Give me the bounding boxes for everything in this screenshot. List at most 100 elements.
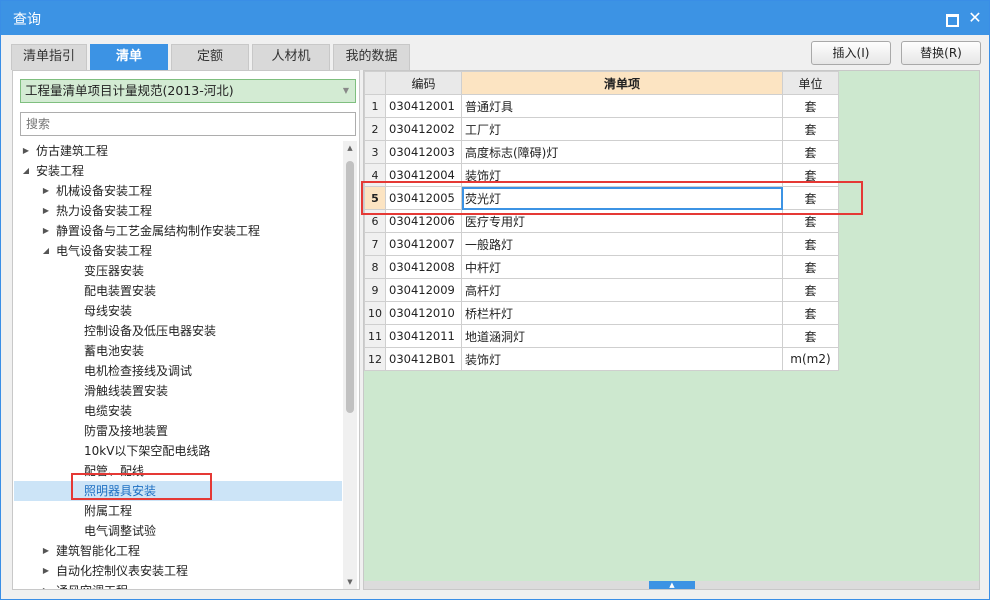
row-number[interactable]: 1 xyxy=(364,94,386,118)
tree-item[interactable]: ◢ 安装工程 xyxy=(14,161,342,181)
code-cell[interactable]: 030412011 xyxy=(385,324,462,348)
name-cell[interactable]: 装饰灯 xyxy=(461,347,783,371)
tree-item-label: 10kV以下架空配电线路 xyxy=(84,444,211,458)
unit-cell[interactable]: 套 xyxy=(782,255,839,279)
tree-item[interactable]: 配电装置安装 xyxy=(14,281,342,301)
collapse-arrow-icon[interactable]: ▶ xyxy=(20,141,32,161)
tree-item[interactable]: 防雷及接地装置 xyxy=(14,421,342,441)
tree-item[interactable]: 变压器安装 xyxy=(14,261,342,281)
collapse-arrow-icon[interactable]: ▶ xyxy=(40,541,52,561)
name-cell[interactable]: 高杆灯 xyxy=(461,278,783,302)
tab-list-guide[interactable]: 清单指引 xyxy=(11,44,87,70)
tree-item[interactable]: ▶ 热力设备安装工程 xyxy=(14,201,342,221)
tab-quota[interactable]: 定额 xyxy=(171,44,249,70)
tree-item[interactable]: 电机检查接线及调试 xyxy=(14,361,342,381)
code-cell[interactable]: 030412002 xyxy=(385,117,462,141)
row-number[interactable]: 7 xyxy=(364,232,386,256)
spec-select[interactable]: 工程量清单项目计量规范(2013-河北) ▼ xyxy=(20,79,356,103)
tree-item[interactable]: 附属工程 xyxy=(14,501,342,521)
tree-item[interactable]: ▶ 仿古建筑工程 xyxy=(14,141,342,161)
code-cell[interactable]: 030412010 xyxy=(385,301,462,325)
tree-item[interactable]: ▶ 建筑智能化工程 xyxy=(14,541,342,561)
grid-row[interactable]: 7 030412007 一般路灯套 xyxy=(364,232,839,256)
tab-labor-material-machine[interactable]: 人材机 xyxy=(252,44,330,70)
unit-cell[interactable]: 套 xyxy=(782,140,839,164)
tab-list[interactable]: 清单 xyxy=(90,44,168,70)
collapse-arrow-icon[interactable]: ▶ xyxy=(40,221,52,241)
scrollbar-thumb[interactable] xyxy=(346,161,354,413)
maximize-icon[interactable] xyxy=(943,10,959,27)
unit-cell[interactable]: m(m2) xyxy=(782,347,839,371)
row-number[interactable]: 8 xyxy=(364,255,386,279)
unit-cell[interactable]: 套 xyxy=(782,324,839,348)
row-number[interactable]: 9 xyxy=(364,278,386,302)
name-column-header[interactable]: 清单项 xyxy=(461,71,783,95)
code-cell[interactable]: 030412B01 xyxy=(385,347,462,371)
code-column-header[interactable]: 编码 xyxy=(385,71,462,95)
unit-cell[interactable]: 套 xyxy=(782,117,839,141)
row-number[interactable]: 10 xyxy=(364,301,386,325)
search-input[interactable] xyxy=(20,112,356,136)
close-icon[interactable]: ✕ xyxy=(967,10,983,26)
name-cell[interactable]: 地道涵洞灯 xyxy=(461,324,783,348)
grid-row[interactable]: 11 030412011 地道涵洞灯套 xyxy=(364,324,839,348)
tree-item[interactable]: 蓄电池安装 xyxy=(14,341,342,361)
grid-row[interactable]: 3 030412003 高度标志(障碍)灯套 xyxy=(364,140,839,164)
unit-cell[interactable]: 套 xyxy=(782,94,839,118)
grid-row[interactable]: 10 030412010 桥栏杆灯套 xyxy=(364,301,839,325)
scroll-down-icon[interactable]: ▼ xyxy=(343,575,357,589)
code-cell[interactable]: 030412003 xyxy=(385,140,462,164)
tree-item[interactable]: 控制设备及低压电器安装 xyxy=(14,321,342,341)
tree-item[interactable]: 电缆安装 xyxy=(14,401,342,421)
expand-arrow-icon[interactable]: ◢ xyxy=(20,161,32,181)
grid-row[interactable]: 9 030412009 高杆灯套 xyxy=(364,278,839,302)
tree-item[interactable]: ▶ 静置设备与工艺金属结构制作安装工程 xyxy=(14,221,342,241)
row-number[interactable]: 3 xyxy=(364,140,386,164)
tree-item[interactable]: ◢ 电气设备安装工程 xyxy=(14,241,342,261)
tree-item[interactable]: 滑触线装置安装 xyxy=(14,381,342,401)
name-cell[interactable]: 普通灯具 xyxy=(461,94,783,118)
unit-cell[interactable]: 套 xyxy=(782,301,839,325)
insert-button[interactable]: 插入(I) xyxy=(811,41,891,65)
name-cell[interactable]: 工厂灯 xyxy=(461,117,783,141)
name-cell[interactable]: 高度标志(障碍)灯 xyxy=(461,140,783,164)
tree-item-label: 配电装置安装 xyxy=(84,284,157,298)
name-cell[interactable]: 中杆灯 xyxy=(461,255,783,279)
collapse-arrow-icon[interactable]: ▶ xyxy=(40,561,52,581)
name-cell[interactable]: 桥栏杆灯 xyxy=(461,301,783,325)
tree-item[interactable]: 10kV以下架空配电线路 xyxy=(14,441,342,461)
collapse-arrow-icon[interactable]: ▶ xyxy=(40,581,52,589)
replace-button[interactable]: 替换(R) xyxy=(901,41,981,65)
row-number[interactable]: 2 xyxy=(364,117,386,141)
expand-arrow-icon[interactable]: ◢ xyxy=(40,241,52,261)
name-cell[interactable]: 一般路灯 xyxy=(461,232,783,256)
unit-cell[interactable]: 套 xyxy=(782,278,839,302)
unit-column-header[interactable]: 单位 xyxy=(782,71,839,95)
row-number[interactable]: 11 xyxy=(364,324,386,348)
tree-scrollbar[interactable]: ▲ ▼ xyxy=(343,141,357,589)
tab-my-data[interactable]: 我的数据 xyxy=(333,44,410,70)
code-cell[interactable]: 030412001 xyxy=(385,94,462,118)
unit-cell[interactable]: 套 xyxy=(782,232,839,256)
row-number[interactable]: 12 xyxy=(364,347,386,371)
collapse-arrow-icon[interactable]: ▶ xyxy=(40,181,52,201)
tree-item[interactable]: ▶ 机械设备安装工程 xyxy=(14,181,342,201)
tree-item[interactable]: ▶ 自动化控制仪表安装工程 xyxy=(14,561,342,581)
code-cell[interactable]: 030412008 xyxy=(385,255,462,279)
grid-row[interactable]: 2 030412002 工厂灯套 xyxy=(364,117,839,141)
grid-row[interactable]: 8 030412008 中杆灯套 xyxy=(364,255,839,279)
grid-row[interactable]: 1 030412001 普通灯具套 xyxy=(364,94,839,118)
tree-item[interactable]: ▶ 通风空调工程 xyxy=(14,581,342,589)
collapse-arrow-icon[interactable]: ▶ xyxy=(40,201,52,221)
tree-item-label: 通风空调工程 xyxy=(56,581,128,589)
code-cell[interactable]: 030412007 xyxy=(385,232,462,256)
grid-row[interactable]: 12 030412B01 装饰灯 m(m2) xyxy=(364,347,839,371)
splitter-handle[interactable]: ▲ xyxy=(649,581,695,589)
tree-item[interactable]: 母线安装 xyxy=(14,301,342,321)
grid-horizontal-scrollbar[interactable]: ▲ xyxy=(364,581,979,589)
title-bar[interactable]: 查询 ✕ xyxy=(1,1,989,35)
tree-item-label: 电缆安装 xyxy=(84,404,133,418)
tree-item[interactable]: 电气调整试验 xyxy=(14,521,342,541)
code-cell[interactable]: 030412009 xyxy=(385,278,462,302)
scroll-up-icon[interactable]: ▲ xyxy=(343,141,357,155)
